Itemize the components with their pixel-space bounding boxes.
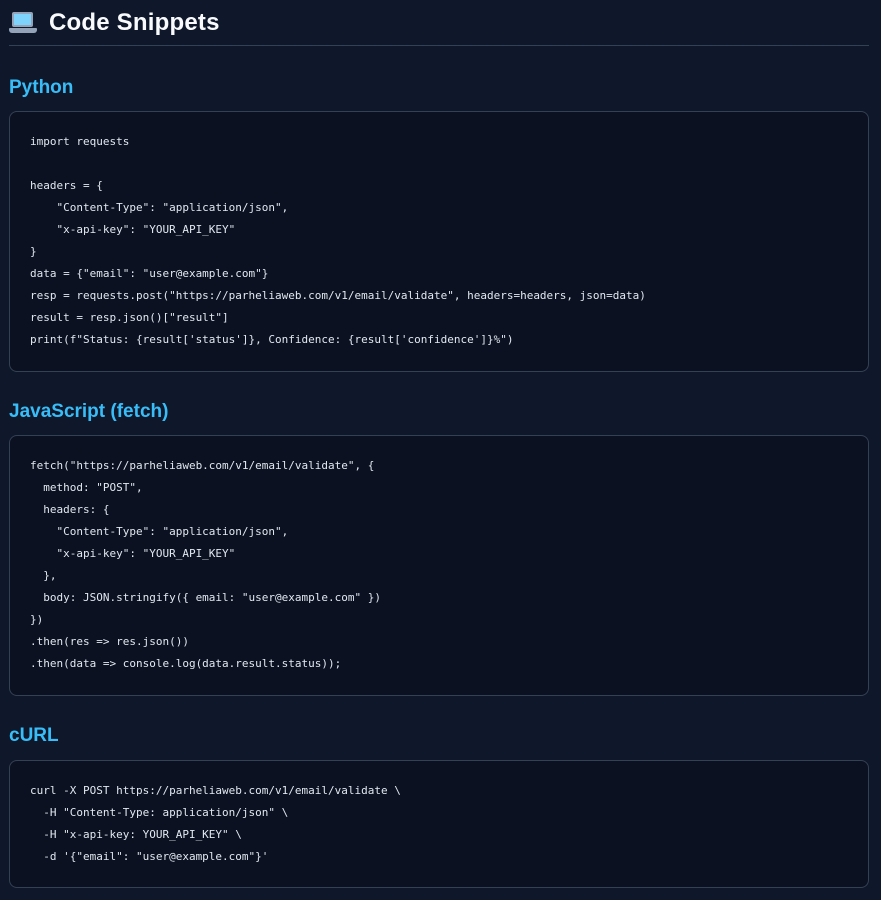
section-title-javascript: JavaScript (fetch): [9, 401, 169, 422]
code-block-python[interactable]: import requests headers = { "Content-Typ…: [9, 111, 869, 372]
section-title-curl: cURL: [9, 725, 59, 746]
code-curl[interactable]: curl -X POST https://parheliaweb.com/v1/…: [30, 780, 848, 868]
code-python[interactable]: import requests headers = { "Content-Typ…: [30, 131, 848, 351]
code-block-curl[interactable]: curl -X POST https://parheliaweb.com/v1/…: [9, 760, 869, 888]
page-header: Code Snippets: [9, 0, 869, 46]
laptop-icon: [9, 11, 37, 34]
code-block-javascript[interactable]: fetch("https://parheliaweb.com/v1/email/…: [9, 435, 869, 696]
page-title: Code Snippets: [49, 8, 220, 36]
code-snippets-page: Code Snippets Python import requests hea…: [0, 0, 881, 888]
section-title-python: Python: [9, 77, 74, 98]
code-javascript[interactable]: fetch("https://parheliaweb.com/v1/email/…: [30, 455, 848, 675]
